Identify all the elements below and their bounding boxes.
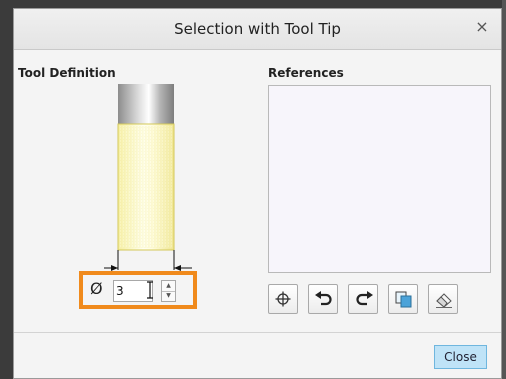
footer-divider	[14, 332, 501, 333]
selection-dialog: Selection with Tool Tip × Tool Definitio…	[13, 8, 502, 379]
references-label: References	[268, 66, 344, 80]
tool-definition-label: Tool Definition	[18, 66, 116, 80]
clear-button[interactable]	[428, 284, 458, 314]
select-reference-button[interactable]	[268, 284, 298, 314]
tool-shank	[118, 84, 174, 124]
tool-preview	[98, 84, 198, 284]
close-icon[interactable]: ×	[474, 19, 490, 35]
text-cursor-icon	[147, 281, 153, 299]
copy-icon	[395, 291, 412, 308]
eraser-icon	[436, 293, 452, 308]
dialog-title: Selection with Tool Tip	[174, 20, 341, 38]
backdrop	[502, 0, 506, 379]
close-button[interactable]: Close	[434, 345, 487, 369]
diameter-icon: Ø	[90, 279, 103, 298]
undo-button[interactable]	[308, 284, 338, 314]
references-toolbar	[268, 284, 488, 314]
copy-button[interactable]	[388, 284, 418, 314]
spin-down-icon[interactable]: ▼	[162, 291, 175, 301]
diameter-spinner[interactable]: ▲ ▼	[161, 280, 176, 302]
crosshair-icon	[275, 291, 291, 307]
undo-icon	[315, 291, 332, 306]
references-list[interactable]	[268, 85, 491, 273]
redo-button[interactable]	[348, 284, 378, 314]
redo-icon	[356, 291, 373, 306]
dialog-titlebar: Selection with Tool Tip ×	[14, 9, 501, 50]
diameter-field-highlight: Ø ▲ ▼	[79, 271, 197, 309]
tool-illustration	[104, 84, 192, 271]
